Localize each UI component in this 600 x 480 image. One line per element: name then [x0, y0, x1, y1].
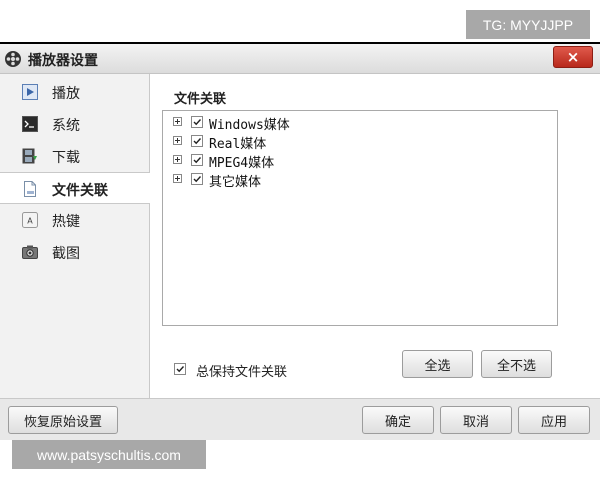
file-association-tree[interactable]: Windows媒体 Real媒体 MPEG4媒体 其它媒体 [162, 110, 558, 326]
sidebar-item-hotkey[interactable]: A 热键 [0, 204, 150, 236]
play-icon [22, 84, 38, 100]
cancel-button[interactable]: 取消 [440, 406, 512, 434]
svg-text:A: A [27, 217, 33, 226]
apply-button[interactable]: 应用 [518, 406, 590, 434]
close-button[interactable]: × [553, 46, 593, 68]
tree-row[interactable]: Windows媒体 [173, 114, 533, 133]
title-bar: 播放器设置 × [0, 44, 600, 74]
always-keep-label: 总保持文件关联 [196, 365, 288, 380]
section-title: 文件关联 [174, 92, 227, 107]
key-letter-icon: A [22, 212, 38, 228]
tree-item-label: 其它媒体 [209, 175, 262, 190]
settings-window: 播放器设置 × 播放 系统 下载 文件关联 A 热键 截图 文件关联 Windo… [0, 42, 600, 440]
expand-icon[interactable] [173, 155, 182, 164]
select-all-button[interactable]: 全选 [402, 350, 473, 378]
sidebar: 播放 系统 下载 文件关联 A 热键 截图 [0, 74, 151, 398]
dialog-footer: 恢复原始设置 确定 取消 应用 [0, 398, 600, 440]
watermark-top: TG: MYYJJPP [466, 10, 590, 39]
always-keep-association[interactable]: 总保持文件关联 [174, 360, 374, 380]
sidebar-item-label: 系统 [52, 118, 80, 134]
expand-icon[interactable] [173, 136, 182, 145]
film-reel-icon [4, 50, 22, 68]
tree-item-label: MPEG4媒体 [209, 156, 275, 171]
window-title: 播放器设置 [28, 53, 98, 69]
sidebar-item-label: 播放 [52, 86, 80, 102]
checkbox[interactable] [191, 116, 203, 128]
sidebar-item-label: 文件关联 [52, 183, 108, 199]
film-download-icon [22, 148, 38, 164]
tree-row[interactable]: 其它媒体 [173, 171, 533, 190]
camera-icon [22, 244, 38, 260]
sidebar-item-label: 热键 [52, 214, 80, 230]
checkbox[interactable] [191, 154, 203, 166]
checkbox[interactable] [191, 135, 203, 147]
restore-defaults-button[interactable]: 恢复原始设置 [8, 406, 118, 434]
content-panel: 文件关联 Windows媒体 Real媒体 MPEG4媒体 其它媒体 总保持文件… [150, 74, 600, 398]
sidebar-item-screenshot[interactable]: 截图 [0, 236, 150, 268]
ok-button[interactable]: 确定 [362, 406, 434, 434]
sidebar-item-file-association[interactable]: 文件关联 [0, 172, 151, 204]
watermark-bottom: www.patsyschultis.com [12, 440, 206, 469]
sidebar-item-system[interactable]: 系统 [0, 108, 150, 140]
checkbox[interactable] [191, 173, 203, 185]
tree-row[interactable]: Real媒体 [173, 133, 533, 152]
close-icon: × [566, 48, 580, 66]
sidebar-item-label: 下载 [52, 150, 80, 166]
tree-item-label: Real媒体 [209, 137, 267, 152]
select-none-button[interactable]: 全不选 [481, 350, 552, 378]
tree-item-label: Windows媒体 [209, 118, 290, 133]
terminal-icon [22, 116, 38, 132]
sidebar-item-label: 截图 [52, 246, 80, 262]
document-icon [22, 181, 38, 197]
always-keep-checkbox[interactable] [174, 363, 186, 375]
sidebar-item-download[interactable]: 下载 [0, 140, 150, 172]
expand-icon[interactable] [173, 117, 182, 126]
sidebar-item-play[interactable]: 播放 [0, 76, 150, 108]
expand-icon[interactable] [173, 174, 182, 183]
tree-row[interactable]: MPEG4媒体 [173, 152, 533, 171]
